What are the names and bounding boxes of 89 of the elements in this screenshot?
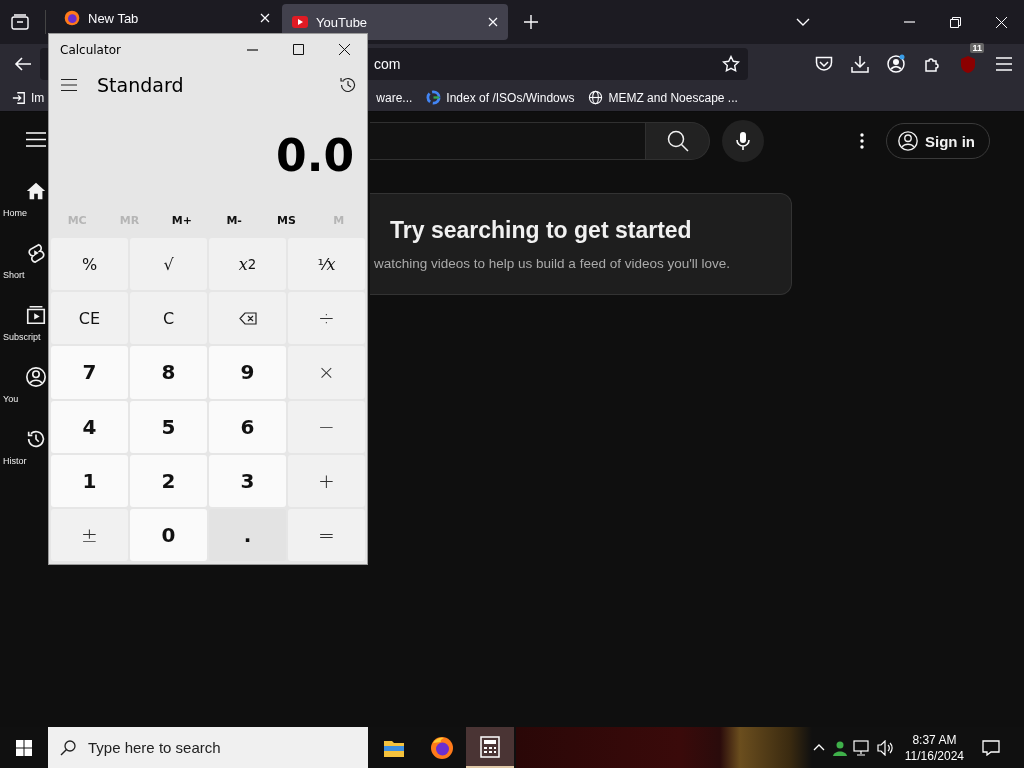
- voice-search-button[interactable]: [722, 120, 764, 162]
- calculator-key[interactable]: [209, 292, 286, 345]
- backspace-icon: [238, 311, 257, 325]
- calculator-key[interactable]: 9: [209, 346, 286, 399]
- tab-list-icon[interactable]: [11, 14, 29, 30]
- back-icon[interactable]: [14, 56, 32, 72]
- microphone-icon: [736, 131, 750, 151]
- account-icon: [897, 130, 919, 152]
- search-field[interactable]: [370, 122, 646, 160]
- firefox-icon: [64, 10, 80, 26]
- card-text: watching videos to help us build a feed of videos you'll love.: [374, 256, 731, 271]
- search-icon: [666, 130, 689, 152]
- bookmark-star-icon[interactable]: [722, 55, 740, 73]
- card-title: Try searching to get started: [390, 217, 692, 244]
- windows-icon: [16, 739, 32, 756]
- download-icon[interactable]: [851, 55, 869, 73]
- minimize-icon[interactable]: [246, 48, 258, 51]
- sidebar-item[interactable]: Histor: [3, 456, 27, 466]
- display-value: 0.0: [276, 129, 354, 181]
- sidebar-item[interactable]: You: [3, 394, 19, 404]
- calculator-key[interactable]: 8: [130, 346, 207, 399]
- person-icon[interactable]: [830, 739, 847, 756]
- bookmark-link[interactable]: ware...: [376, 90, 413, 105]
- taskbar-search-field[interactable]: Type here to search: [48, 727, 368, 768]
- close-icon[interactable]: [338, 44, 350, 55]
- calculator-icon: [480, 735, 500, 758]
- sidebar-item[interactable]: Home: [3, 208, 27, 218]
- sidebar-item[interactable]: Short: [3, 270, 25, 280]
- shorts-icon: [25, 242, 47, 264]
- sidebar-item[interactable]: Subscript: [3, 332, 41, 342]
- calculator-key[interactable]: 3: [209, 454, 286, 507]
- close-tab-icon[interactable]: [488, 17, 498, 27]
- chevron-up-icon[interactable]: [812, 744, 825, 751]
- calculator-key[interactable]: 7: [51, 346, 128, 399]
- calculator-key[interactable]: 1: [51, 454, 128, 507]
- calculator-key[interactable]: CE: [51, 292, 128, 345]
- calculator-key[interactable]: %: [51, 238, 128, 291]
- browser-tab[interactable]: New Tab: [54, 4, 280, 32]
- taskbar-app-button[interactable]: [466, 727, 514, 768]
- network-icon[interactable]: [852, 739, 871, 756]
- home-icon: [25, 180, 47, 202]
- history-icon: [25, 428, 47, 450]
- extension-badge: 11: [970, 43, 984, 53]
- extensions-icon[interactable]: [923, 55, 941, 73]
- history-icon[interactable]: [339, 76, 357, 94]
- bookmark-link[interactable]: Im: [31, 90, 45, 105]
- close-tab-icon[interactable]: [260, 13, 270, 23]
- clock-time[interactable]: 8:37 AM: [912, 731, 957, 748]
- calculator-key[interactable]: 4: [51, 400, 128, 453]
- calculator-key[interactable]: =: [288, 508, 365, 561]
- calculator-key[interactable]: 5: [130, 400, 207, 453]
- calculator-key[interactable]: ×: [288, 346, 365, 399]
- more-options-icon[interactable]: [860, 133, 864, 149]
- subscriptions-icon: [25, 304, 47, 326]
- search-icon: [60, 740, 76, 756]
- tab-overflow-icon[interactable]: [796, 18, 810, 26]
- calculator-key[interactable]: 6: [209, 400, 286, 453]
- calculator-key[interactable]: C: [130, 292, 207, 345]
- account-icon: [25, 366, 47, 388]
- search-button[interactable]: [646, 122, 710, 160]
- volume-icon[interactable]: [876, 739, 895, 756]
- calculator-key[interactable]: −: [288, 400, 365, 453]
- address-text: com: [374, 56, 402, 72]
- calculator-key[interactable]: ¹⁄x: [288, 238, 365, 291]
- calculator-key[interactable]: ±: [51, 508, 128, 561]
- firefox-icon: [430, 735, 454, 760]
- bookmark-link[interactable]: MEMZ and Noescape ...: [608, 90, 738, 105]
- memory-button[interactable]: M+: [169, 210, 194, 231]
- memory-button[interactable]: MS: [275, 210, 298, 231]
- google-icon: [426, 90, 442, 105]
- pocket-icon[interactable]: [815, 56, 833, 72]
- notification-icon[interactable]: [982, 739, 1000, 756]
- maximize-icon[interactable]: [292, 44, 304, 55]
- restore-icon[interactable]: [949, 16, 961, 28]
- calculator-key[interactable]: √: [130, 238, 207, 291]
- import-icon: [12, 90, 26, 105]
- calculator-key[interactable]: 0: [130, 508, 207, 561]
- browser-tab[interactable]: YouTube: [282, 4, 508, 40]
- menu-icon[interactable]: [61, 79, 77, 91]
- memory-button[interactable]: M-: [224, 210, 244, 231]
- calculator-key[interactable]: 2: [130, 454, 207, 507]
- bookmark-link[interactable]: Index of /ISOs/Windows: [446, 90, 575, 105]
- calculator-key[interactable]: ÷: [288, 292, 365, 345]
- account-icon[interactable]: [886, 54, 906, 74]
- new-tab-icon[interactable]: [524, 15, 538, 29]
- youtube-icon: [292, 16, 308, 28]
- clock-date[interactable]: 11/16/2024: [904, 747, 964, 764]
- calculator-key[interactable]: +: [288, 454, 365, 507]
- globe-icon: [588, 90, 604, 105]
